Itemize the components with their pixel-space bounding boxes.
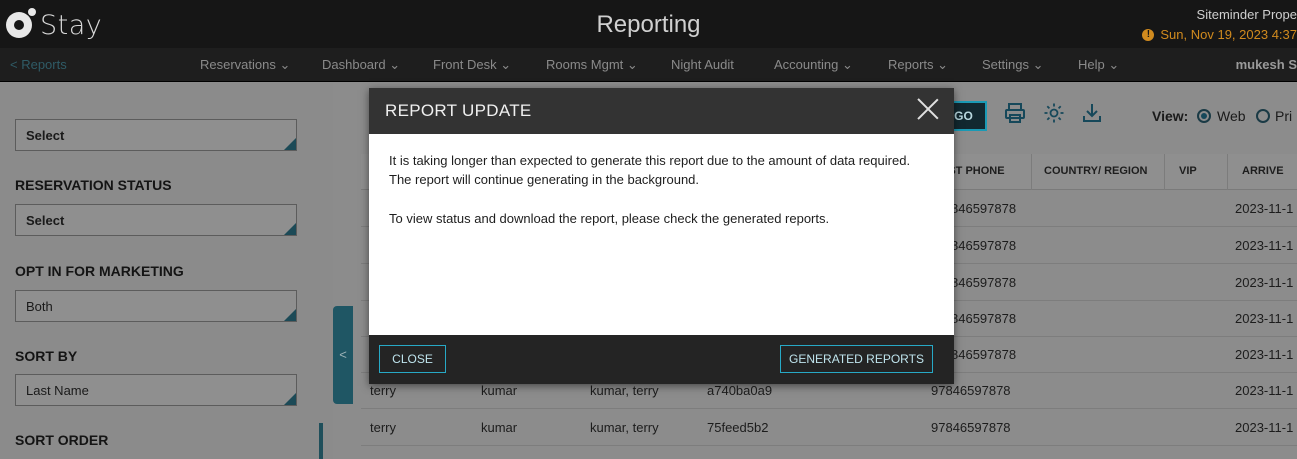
alert-circle-icon: !: [1142, 28, 1155, 41]
collapse-sidebar-button[interactable]: <: [333, 306, 353, 404]
page-title: Reporting: [596, 11, 701, 38]
sort-order-label: SORT ORDER: [15, 432, 109, 448]
sort-by-select[interactable]: Last Name: [15, 374, 297, 406]
back-to-reports-link[interactable]: < Reports: [10, 57, 67, 72]
dialog-title: REPORT UPDATE: [385, 101, 532, 120]
select-arrow-icon: [284, 138, 296, 150]
nav-reports[interactable]: Reports ⌄: [888, 57, 948, 73]
column-country-region[interactable]: COUNTRY/ REGION: [1044, 165, 1148, 177]
property-name[interactable]: Siteminder Prope: [1197, 7, 1297, 22]
column-vip[interactable]: VIP: [1179, 165, 1197, 177]
view-print-label[interactable]: Pri: [1275, 108, 1292, 124]
dialog-message-line-3: To view status and download the report, …: [389, 211, 830, 226]
sort-by-label: SORT BY: [15, 348, 78, 364]
nav-help[interactable]: Help ⌄: [1078, 57, 1119, 73]
close-icon[interactable]: [916, 97, 940, 121]
chevron-down-icon: ⌄: [937, 57, 949, 72]
app-logo[interactable]: Stay: [6, 8, 103, 41]
sidebar-scrollbar[interactable]: [319, 423, 323, 459]
dialog-message-line-1: It is taking longer than expected to gen…: [389, 153, 911, 168]
chevron-down-icon: ⌄: [626, 57, 638, 72]
table-row[interactable]: terry kumar kumar, terry 75feed5b2 97846…: [361, 410, 1297, 446]
view-web-radio[interactable]: [1197, 109, 1211, 123]
chevron-down-icon: ⌄: [389, 57, 401, 72]
user-menu[interactable]: mukesh S: [1236, 57, 1297, 72]
view-print-radio[interactable]: [1256, 109, 1270, 123]
chevron-left-icon: <: [339, 347, 347, 362]
dialog-body: It is taking longer than expected to gen…: [389, 151, 929, 228]
opt-in-marketing-label: OPT IN FOR MARKETING: [15, 263, 184, 279]
filter-select-top[interactable]: Select: [15, 119, 297, 151]
column-arrive[interactable]: ARRIVE: [1242, 165, 1284, 177]
business-date-text: Sun, Nov 19, 2023 4:37: [1160, 27, 1297, 42]
select-arrow-icon: [284, 309, 296, 321]
nav-reservations[interactable]: Reservations ⌄: [200, 57, 290, 73]
generated-reports-button[interactable]: GENERATED REPORTS: [780, 345, 933, 373]
nav-accounting[interactable]: Accounting ⌄: [774, 57, 853, 73]
nav-night-audit[interactable]: Night Audit: [671, 57, 734, 72]
nav-rooms-mgmt[interactable]: Rooms Mgmt ⌄: [546, 57, 638, 73]
dialog-header: REPORT UPDATE: [369, 88, 954, 134]
chevron-down-icon: ⌄: [1032, 57, 1044, 72]
main-nav: < Reports Reservations ⌄ Dashboard ⌄ Fro…: [0, 48, 1297, 82]
settings-icon[interactable]: [1041, 101, 1067, 127]
select-arrow-icon: [284, 223, 296, 235]
nav-dashboard[interactable]: Dashboard ⌄: [322, 57, 400, 73]
select-arrow-icon: [284, 393, 296, 405]
reservation-status-select[interactable]: Select: [15, 204, 297, 236]
view-label: View:: [1152, 108, 1189, 124]
dialog-message-line-2: The report will continue generating in t…: [389, 172, 700, 187]
top-header: Stay Reporting Siteminder Prope ! Sun, N…: [0, 0, 1297, 48]
filter-sidebar: Select RESERVATION STATUS Select OPT IN …: [0, 83, 333, 459]
logo-mark-icon: [6, 8, 36, 38]
chevron-down-icon: ⌄: [1108, 57, 1120, 72]
download-icon[interactable]: [1079, 101, 1105, 127]
chevron-down-icon: ⌄: [841, 57, 853, 72]
view-web-label[interactable]: Web: [1217, 108, 1246, 124]
chevron-down-icon: ⌄: [500, 57, 512, 72]
print-icon[interactable]: [1002, 101, 1028, 127]
dialog-footer: CLOSE GENERATED REPORTS: [369, 335, 954, 384]
opt-in-marketing-select[interactable]: Both: [15, 290, 297, 322]
business-date: ! Sun, Nov 19, 2023 4:37: [1142, 27, 1297, 42]
reservation-status-label: RESERVATION STATUS: [15, 177, 172, 193]
nav-settings[interactable]: Settings ⌄: [982, 57, 1044, 73]
close-button[interactable]: CLOSE: [379, 345, 446, 373]
report-update-dialog: REPORT UPDATE It is taking longer than e…: [369, 88, 954, 384]
chevron-down-icon: ⌄: [279, 57, 291, 72]
nav-front-desk[interactable]: Front Desk ⌄: [433, 57, 511, 73]
brand-name: Stay: [40, 9, 103, 41]
